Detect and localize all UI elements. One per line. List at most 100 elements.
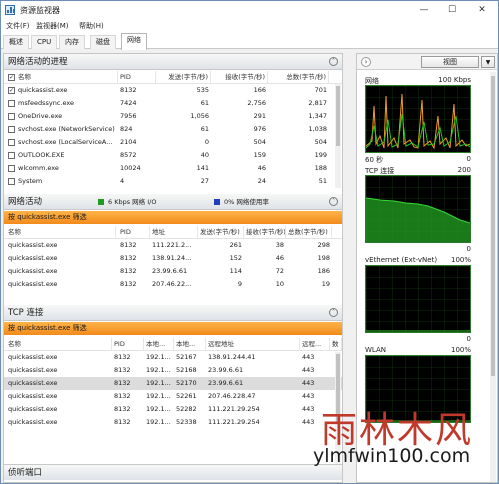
tcp-section-header[interactable]: TCP 连接 ˄ [4,305,342,321]
col-name[interactable]: 名称 [18,71,118,84]
row-checkbox[interactable] [8,126,15,133]
expand-arrow-icon[interactable]: › [361,57,371,67]
table-row[interactable]: quickassist.exe 8132 192.1... 52261 207.46.2… [4,390,342,403]
col-local-port[interactable]: 本地... [176,338,206,351]
minimize-button[interactable]: — [410,1,438,19]
menu-file[interactable]: 文件(F) [6,21,30,31]
row-checkbox[interactable] [8,178,15,185]
col-total[interactable]: 总数(字节/秒) [269,71,329,84]
close-button[interactable]: ✕ [466,1,498,19]
select-all-checkbox[interactable]: ✓ [8,74,15,81]
scroll-thumb[interactable] [336,86,340,146]
tab-overview[interactable]: 概述 [3,35,29,49]
cell-local-address: 192.1... [146,392,171,400]
row-checkbox[interactable] [8,113,15,120]
menu-help[interactable]: 帮助(H) [79,21,104,31]
table-row[interactable]: quickassist.exe 8132 207.46.22... 9 10 19 [4,278,342,291]
table-row[interactable]: OneDrive.exe 7956 1,056 291 1,347 [4,110,342,123]
cell-name: quickassist.exe [8,418,58,426]
cell-local-address: 192.1... [146,405,171,413]
cell-recv: 291 [253,112,266,120]
col-send[interactable]: 发送(字节/秒) [200,226,244,239]
cell-name: quickassist.exe [8,405,58,413]
col-more[interactable]: 数 [332,338,342,351]
col-address[interactable]: 地址 [152,226,198,239]
cell-send: 61 [200,125,209,133]
col-pid[interactable]: PID [120,71,156,84]
graph-tcp [365,175,471,243]
table-row[interactable]: quickassist.exe 8132 192.1... 52168 23.99.6.… [4,364,342,377]
collapse-icon[interactable]: ˄ [329,308,338,317]
tab-cpu[interactable]: CPU [31,35,58,49]
listening-ports-section-header[interactable]: 侦听端口 [4,464,342,480]
col-pid[interactable]: PID [120,226,150,239]
table-row[interactable]: quickassist.exe 8132 192.1... 52338 111.221.… [4,416,342,429]
cell-send: 152 [229,254,242,262]
cell-name: svchost.exe (NetworkService) [18,125,115,133]
table-row[interactable]: quickassist.exe 8132 111.221.2... 261 38 298 [4,239,342,252]
row-checkbox[interactable] [8,100,15,107]
menu-monitor[interactable]: 监视器(M) [36,21,69,31]
cell-local-address: 192.1... [146,379,171,387]
col-local-address[interactable]: 本地... [146,338,174,351]
network-activity-header-row: 名称 PID 地址 发送(字节/秒) 接收(字节/秒) 总数(字节/秒) [4,226,342,239]
col-remote-address[interactable]: 远程地址 [208,338,300,351]
cell-total: 198 [317,254,330,262]
table-row[interactable]: quickassist.exe 8132 192.1... 52282 111.221.… [4,403,342,416]
tab-disk[interactable]: 磁盘 [90,35,116,49]
table-row[interactable]: quickassist.exe 8132 23.99.6.61 114 72 186 [4,265,342,278]
collapse-icon[interactable]: ˄ [329,197,338,206]
table-row[interactable]: quickassist.exe 8132 192.1... 52170 23.99.6.… [4,377,342,390]
cell-local-address: 192.1... [146,366,171,374]
cell-total: 1,038 [308,125,327,133]
graph-wlan-label: WLAN [365,346,387,354]
cell-name: quickassist.exe [8,353,58,361]
cell-send: 261 [229,241,242,249]
col-recv[interactable]: 接收(字节/秒) [246,226,286,239]
col-name[interactable]: 名称 [8,338,112,351]
table-row[interactable]: msfeedssync.exe 7424 61 2,756 2,817 [4,97,342,110]
processes-section-header[interactable]: 网络活动的进程 ˄ [4,54,342,70]
cell-send: 40 [200,151,209,159]
table-row[interactable]: System 4 27 24 51 [4,175,342,188]
processes-header-row: ✓ 名称 PID 发送(字节/秒) 接收(字节/秒) 总数(字节/秒) [4,71,342,84]
cell-name: quickassist.exe [8,267,58,275]
cell-remote-address: 207.46.228.47 [208,392,256,400]
cell-local-port: 52167 [176,353,197,361]
table-row[interactable]: svchost.exe (LocalServiceA... 2104 0 504 504 [4,136,342,149]
view-dropdown-chevron-icon[interactable]: ▼ [481,56,495,68]
cell-name: OneDrive.exe [18,112,63,120]
row-checkbox[interactable]: ✓ [8,87,15,94]
col-pid[interactable]: PID [114,338,144,351]
cell-pid: 8132 [120,280,137,288]
scroll-thumb[interactable] [491,76,495,376]
col-name[interactable]: 名称 [8,226,116,239]
maximize-button[interactable]: ☐ [438,1,466,19]
table-row[interactable]: ✓ quickassist.exe 8132 535 166 701 [4,84,342,97]
table-row[interactable]: svchost.exe (NetworkService) 824 61 976 1,03… [4,123,342,136]
processes-scrollbar[interactable] [335,84,341,188]
cell-name: System [18,177,43,185]
collapse-icon[interactable]: ˄ [329,57,338,66]
cell-recv: 38 [275,241,284,249]
tab-memory[interactable]: 内存 [59,35,85,49]
view-button[interactable]: 视图 [421,56,479,68]
table-row[interactable]: quickassist.exe 8132 192.1... 52167 138.91.2… [4,351,342,364]
table-row[interactable]: wlcomm.exe 10024 141 46 188 [4,162,342,175]
col-total[interactable]: 总数(字节/秒) [288,226,332,239]
col-remote-port[interactable]: 远程... [302,338,330,351]
cell-total: 186 [317,267,330,275]
col-recv[interactable]: 接收(字节/秒) [212,71,268,84]
table-row[interactable]: quickassist.exe 8132 138.91.24... 152 46 198 [4,252,342,265]
row-checkbox[interactable] [8,165,15,172]
network-activity-section-header[interactable]: 网络活动 6 Kbps 网络 I/O 0% 网络使用率 ˄ [4,194,342,210]
row-checkbox[interactable] [8,139,15,146]
tab-network[interactable]: 网络 [121,33,147,50]
network-activity-table: 名称 PID 地址 发送(字节/秒) 接收(字节/秒) 总数(字节/秒) qui… [4,226,342,291]
col-send[interactable]: 发送(字节/秒) [157,71,211,84]
cell-address: 23.99.6.61 [152,267,188,275]
cell-pid: 8132 [120,86,137,94]
table-row[interactable]: OUTLOOK.EXE 8572 40 159 199 [4,149,342,162]
row-checkbox[interactable] [8,152,15,159]
cell-local-port: 52338 [176,418,197,426]
